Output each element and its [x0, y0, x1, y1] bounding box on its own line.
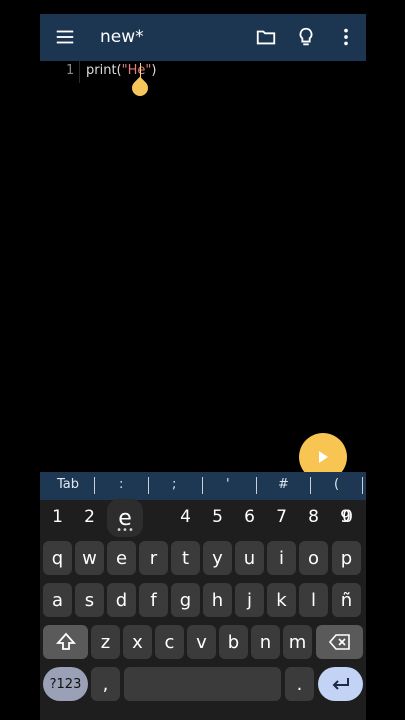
key-y[interactable]: y: [203, 541, 232, 575]
key-n[interactable]: n: [251, 625, 280, 659]
key-4[interactable]: 4: [171, 501, 200, 533]
key-a[interactable]: a: [43, 583, 72, 617]
cursor-handle[interactable]: [128, 76, 152, 100]
symbol-semicolon[interactable]: ;: [172, 477, 176, 492]
enter-icon: [332, 678, 349, 690]
key-g[interactable]: g: [171, 583, 200, 617]
code-prefix: print(: [86, 63, 122, 78]
shift-icon: [55, 632, 76, 650]
key-p[interactable]: p: [332, 541, 361, 575]
key-w[interactable]: w: [75, 541, 104, 575]
symbol-tab[interactable]: Tab: [57, 477, 79, 492]
key-j[interactable]: j: [235, 583, 264, 617]
key-n-tilde[interactable]: ñ: [332, 583, 361, 617]
symbol-colon[interactable]: :: [119, 477, 123, 492]
key-d[interactable]: d: [107, 583, 136, 617]
code-editor[interactable]: 1 print("He"): [40, 61, 366, 471]
gutter-divider: [79, 61, 80, 83]
key-r[interactable]: r: [139, 541, 168, 575]
key-o[interactable]: o: [299, 541, 328, 575]
key-t[interactable]: t: [171, 541, 200, 575]
symbol-divider: [256, 477, 257, 494]
key-h[interactable]: h: [203, 583, 232, 617]
key-z[interactable]: z: [91, 625, 120, 659]
file-title: new*: [100, 27, 144, 47]
space-key[interactable]: [124, 667, 281, 701]
key-c[interactable]: c: [155, 625, 184, 659]
symbol-divider: [362, 477, 363, 494]
key-b[interactable]: b: [219, 625, 248, 659]
key-e[interactable]: e: [107, 541, 136, 575]
soft-keyboard: 1 2 e ••• 4 5 6 7 8 9 0 q w e r t y u i o…: [40, 499, 366, 720]
device-screen: new* 1 print("He") Tab : ; ' # (1 2 e •…: [40, 14, 366, 720]
key-v[interactable]: v: [187, 625, 216, 659]
symbol-quote[interactable]: ': [226, 477, 230, 492]
backspace-key[interactable]: [316, 625, 363, 659]
folder-icon[interactable]: [255, 26, 277, 48]
enter-key[interactable]: [318, 667, 363, 701]
symbol-divider: [310, 477, 311, 494]
key-1[interactable]: 1: [43, 501, 72, 533]
key-k[interactable]: k: [267, 583, 296, 617]
key-l[interactable]: l: [299, 583, 328, 617]
key-2[interactable]: 2: [75, 501, 104, 533]
key-q[interactable]: q: [43, 541, 72, 575]
key-f[interactable]: f: [139, 583, 168, 617]
key-8[interactable]: 8: [299, 501, 328, 533]
popup-more-indicator: •••: [116, 525, 134, 536]
code-string: "He": [121, 63, 152, 78]
symbol-divider: [148, 477, 149, 494]
lightbulb-icon[interactable]: [295, 26, 317, 48]
key-u[interactable]: u: [235, 541, 264, 575]
symbol-divider: [202, 477, 203, 494]
symbol-bar: Tab : ; ' # (: [40, 472, 366, 500]
code-suffix: ): [151, 63, 157, 78]
symbol-divider: [94, 477, 95, 494]
key-s[interactable]: s: [75, 583, 104, 617]
key-m[interactable]: m: [283, 625, 312, 659]
more-options-icon[interactable]: [335, 26, 357, 48]
play-icon: [319, 451, 328, 463]
key-6[interactable]: 6: [235, 501, 264, 533]
key-i[interactable]: i: [267, 541, 296, 575]
code-line[interactable]: print("He"): [86, 63, 156, 78]
key-popup-e[interactable]: e •••: [107, 499, 143, 537]
symbol-paren[interactable]: (: [334, 477, 339, 492]
key-5[interactable]: 5: [203, 501, 232, 533]
key-x[interactable]: x: [123, 625, 152, 659]
period-key[interactable]: .: [285, 667, 314, 701]
backspace-icon: [328, 634, 350, 650]
symbols-key[interactable]: ?123: [43, 667, 88, 701]
key-7[interactable]: 7: [267, 501, 296, 533]
line-number: 1: [66, 63, 75, 78]
comma-key[interactable]: ,: [91, 667, 120, 701]
menu-icon[interactable]: [54, 26, 76, 48]
key-0[interactable]: 0: [333, 501, 362, 533]
symbol-hash[interactable]: #: [278, 477, 289, 492]
shift-key[interactable]: [43, 625, 88, 659]
app-bar: new*: [40, 14, 366, 61]
